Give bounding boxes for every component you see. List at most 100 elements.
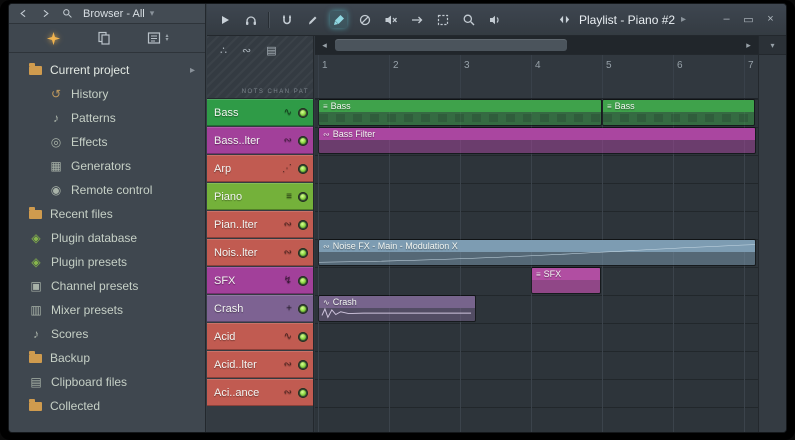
browser-toolbar: ▴▾ (9, 24, 205, 53)
piano-roll-icon[interactable]: ▤ (266, 44, 276, 57)
automation-icon[interactable]: ∾ (284, 219, 292, 230)
draw-pencil-icon[interactable] (304, 11, 321, 28)
scroll-right-icon[interactable]: ▸ (741, 38, 756, 53)
minimize-button[interactable]: – (720, 13, 733, 26)
sidebar-item-remote-control[interactable]: ◉ Remote control (9, 178, 205, 202)
snap-magnet-icon[interactable] (278, 11, 295, 28)
automation-clip-icon: ∾ (323, 130, 330, 139)
track-header-bass[interactable]: Bass∿ (207, 99, 313, 126)
sidebar-item-generators[interactable]: ▦ Generators (9, 154, 205, 178)
clip-bass-1[interactable]: ≡ Bass (318, 99, 602, 126)
sidebar-item-recent-files[interactable]: Recent files (9, 202, 205, 226)
automation-icon[interactable]: ∾ (284, 247, 292, 258)
track-led[interactable] (298, 360, 308, 370)
search-icon[interactable] (59, 5, 76, 22)
track-header-acid[interactable]: Acid ∿ (207, 323, 313, 350)
folder-icon (29, 354, 42, 363)
instrument-wave-icon[interactable]: ∿ (284, 107, 292, 118)
track-header-crash[interactable]: Crash+ (207, 295, 313, 322)
headphones-icon[interactable] (242, 11, 259, 28)
chevron-right-icon[interactable]: ▸ (681, 14, 686, 25)
track-name: Nois..lter (214, 247, 257, 259)
picker-tool-icon[interactable]: ∴ (220, 44, 227, 57)
maximize-button[interactable]: ▭ (742, 13, 755, 26)
track-led[interactable] (298, 136, 308, 146)
track-led[interactable] (298, 332, 308, 342)
sidebar-item-history[interactable]: ↺ History (9, 82, 205, 106)
track-header-bass-filter[interactable]: Bass..lter∾ (207, 127, 313, 154)
sidebar-item-effects[interactable]: ◎ Effects (9, 130, 205, 154)
zoom-icon[interactable] (460, 11, 477, 28)
track-led[interactable] (298, 388, 308, 398)
sidebar-item-current-project[interactable]: Current project ▸ (9, 58, 205, 82)
note-icon: ♪ (49, 111, 63, 125)
clip-noise-fx[interactable]: ∾ Noise FX - Main - Modulation X (318, 239, 756, 266)
track-header-piano-filter[interactable]: Pian..lter∾ (207, 211, 313, 238)
forward-arrow-icon[interactable] (37, 5, 54, 22)
clip-bass-2[interactable]: ≡ Bass (602, 99, 755, 126)
track-header-acid-filter[interactable]: Acid..lter∾ (207, 351, 313, 378)
track-led[interactable] (298, 220, 308, 230)
track-led[interactable] (298, 192, 308, 202)
close-button[interactable]: × (764, 13, 777, 26)
sidebar-item-backup[interactable]: Backup (9, 346, 205, 370)
slide-icon[interactable] (408, 11, 425, 28)
sidebar-item-patterns[interactable]: ♪ Patterns (9, 106, 205, 130)
star-icon[interactable] (45, 30, 62, 47)
play-icon[interactable] (216, 11, 233, 28)
sidebar-item-label: Current project (50, 63, 129, 77)
sidebar-item-mixer-presets[interactable]: ▥ Mixer presets (9, 298, 205, 322)
automation-icon[interactable]: ∾ (284, 359, 292, 370)
ruler-number: 7 (748, 60, 754, 71)
playlist-grid[interactable]: ≡ Bass ≡ Bass ∾ Bass Filter (315, 99, 758, 432)
browser-title[interactable]: Browser - All (83, 8, 145, 20)
paint-brush-icon[interactable] (330, 11, 347, 28)
link-icon[interactable]: ∾ (242, 44, 251, 57)
automation-icon[interactable]: ∾ (284, 387, 292, 398)
spinner-chevrons-icon[interactable]: ▴▾ (165, 34, 168, 42)
track-header-noise-filter[interactable]: Nois..lter ∾ (207, 239, 313, 266)
ruler-number: 3 (464, 60, 470, 71)
sidebar-item-plugin-presets[interactable]: ◈ Plugin presets (9, 250, 205, 274)
timeline-ruler[interactable]: 1 2 3 4 5 6 7 (315, 55, 758, 99)
track-led[interactable] (298, 108, 308, 118)
arpeggio-icon[interactable]: ⋰ (282, 163, 292, 174)
chevron-down-icon[interactable]: ▾ (150, 8, 155, 19)
files-copy-icon[interactable] (95, 30, 112, 47)
track-led[interactable] (298, 304, 308, 314)
sidebar-item-channel-presets[interactable]: ▣ Channel presets (9, 274, 205, 298)
clip-crash[interactable]: ∿ Crash (318, 295, 476, 322)
playback-icon[interactable] (486, 11, 503, 28)
crosshair-icon[interactable]: + (286, 303, 292, 314)
track-header-arp[interactable]: Arp⋰ (207, 155, 313, 182)
pattern-list-icon[interactable]: ≡ (286, 191, 292, 202)
plugin-icon[interactable]: ↯ (284, 275, 292, 286)
track-led[interactable] (298, 164, 308, 174)
scroll-left-icon[interactable]: ◂ (317, 38, 332, 53)
waveform-icon[interactable]: ∿ (284, 331, 292, 342)
view-options-icon[interactable]: ▾ (759, 36, 786, 55)
sidebar-item-clipboard-files[interactable]: ▤ Clipboard files (9, 370, 205, 394)
track-name: Acid (214, 331, 235, 343)
track-header-sfx[interactable]: SFX↯ (207, 267, 313, 294)
track-led[interactable] (298, 248, 308, 258)
scrollbar-handle[interactable] (335, 39, 567, 51)
delete-slip-icon[interactable] (356, 11, 373, 28)
sidebar-item-plugin-database[interactable]: ◈ Plugin database (9, 226, 205, 250)
automation-icon[interactable]: ∾ (284, 135, 292, 146)
track-led[interactable] (298, 276, 308, 286)
mute-icon[interactable] (382, 11, 399, 28)
back-arrow-icon[interactable] (15, 5, 32, 22)
track-header-acid-ance[interactable]: Aci..ance∾ (207, 379, 313, 406)
ruler-number: 4 (535, 60, 541, 71)
select-icon[interactable] (434, 11, 451, 28)
plugin-picker-icon[interactable] (145, 30, 162, 47)
clip-bass-filter[interactable]: ∾ Bass Filter (318, 127, 756, 154)
sidebar-item-scores[interactable]: ♪ Scores (9, 322, 205, 346)
playlist-title-area[interactable]: Playlist - Piano #2 ▸ (556, 11, 686, 28)
sidebar-item-collected[interactable]: Collected (9, 394, 205, 418)
clip-sfx[interactable]: ≡ SFX (531, 267, 601, 294)
horizontal-scrollbar[interactable]: ◂ ▸ (315, 36, 758, 55)
sidebar-item-label: Backup (50, 351, 90, 365)
track-header-piano[interactable]: Piano≡ (207, 183, 313, 210)
